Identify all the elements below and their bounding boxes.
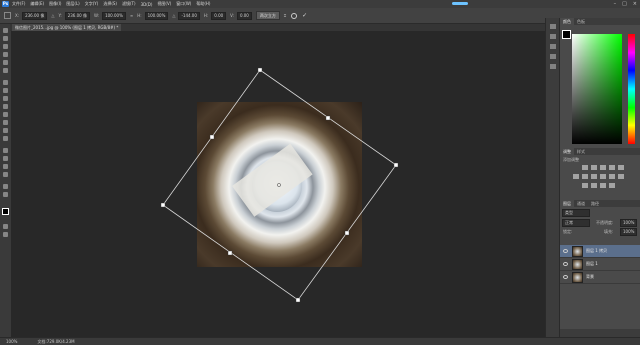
foreground-swatch[interactable] — [562, 30, 571, 39]
tab-swatches[interactable]: 色板 — [574, 18, 588, 25]
paragraph-panel-icon[interactable] — [550, 54, 556, 59]
opacity-field[interactable]: 100% — [620, 219, 638, 227]
transform-handle-top[interactable] — [257, 67, 263, 73]
layer-row[interactable]: 图层 1 拷贝 — [560, 245, 640, 258]
layer-name[interactable]: 背景 — [586, 274, 594, 280]
transform-handle-right[interactable] — [393, 162, 399, 168]
layer-row[interactable]: 背景 — [560, 271, 640, 284]
visibility-eye-icon[interactable] — [563, 249, 568, 253]
transform-handle-bottom[interactable] — [295, 297, 301, 303]
curves-icon[interactable] — [600, 165, 606, 170]
adjustments-title: 添加调整 — [563, 157, 579, 162]
levels-icon[interactable] — [591, 165, 597, 170]
transform-center-point[interactable] — [277, 183, 281, 187]
hue-saturation-icon[interactable] — [573, 174, 579, 179]
color-lookup-icon[interactable] — [618, 174, 624, 179]
character-panel-icon[interactable] — [550, 44, 556, 49]
transform-handle-left[interactable] — [160, 202, 166, 208]
tab-paths[interactable]: 路径 — [588, 200, 602, 207]
layer-thumbnail — [572, 245, 583, 257]
properties-panel-icon[interactable] — [550, 34, 556, 39]
layers-panel: 图层 通道 路径 类型 正常 不透明度: 100% 锁定: 填充: 100% 图… — [560, 200, 640, 337]
color-balance-icon[interactable] — [582, 174, 588, 179]
black-white-icon[interactable] — [591, 174, 597, 179]
tab-styles[interactable]: 样式 — [574, 148, 588, 155]
tab-channels[interactable]: 通道 — [574, 200, 588, 207]
visibility-eye-icon[interactable] — [563, 262, 568, 266]
layers-footer-toolbar — [560, 329, 640, 337]
layer-filter-kind[interactable]: 类型 — [562, 209, 590, 217]
transform-handle-bottom-right[interactable] — [344, 230, 350, 236]
tab-layers[interactable]: 图层 — [560, 200, 574, 207]
layer-thumbnail — [572, 271, 583, 283]
color-panel-tabs: 颜色 色板 — [560, 18, 640, 25]
posterize-icon[interactable] — [591, 183, 597, 188]
blend-mode-select[interactable]: 正常 — [562, 219, 590, 227]
brush-panel-icon[interactable] — [550, 64, 556, 69]
color-picker-field[interactable] — [572, 34, 622, 144]
invert-icon[interactable] — [582, 183, 588, 188]
exposure-icon[interactable] — [609, 165, 615, 170]
transform-outline — [162, 69, 397, 301]
gradient-map-icon[interactable] — [609, 183, 615, 188]
transform-handle-top-left[interactable] — [209, 134, 215, 140]
tab-color[interactable]: 颜色 — [560, 18, 574, 25]
transform-bounding-box[interactable] — [0, 0, 640, 344]
vibrance-icon[interactable] — [618, 165, 624, 170]
threshold-icon[interactable] — [600, 183, 606, 188]
zoom-level[interactable]: 100% — [6, 339, 17, 344]
layer-name[interactable]: 图层 1 拷贝 — [586, 248, 607, 254]
layers-panel-tabs: 图层 通道 路径 — [560, 200, 640, 207]
right-panels: 颜色 色板 调整 样式 添加调整 图层 通道 路径 类型 正常 不透明度: 10… — [559, 18, 640, 337]
panel-icon-strip — [545, 18, 560, 337]
photo-filter-icon[interactable] — [600, 174, 606, 179]
visibility-eye-icon[interactable] — [563, 275, 568, 279]
layer-name[interactable]: 图层 1 — [586, 261, 598, 267]
fill-label: 填充: — [604, 229, 614, 234]
channel-mixer-icon[interactable] — [609, 174, 615, 179]
opacity-label: 不透明度: — [596, 220, 614, 225]
transform-handle-bottom-left[interactable] — [227, 250, 233, 256]
transform-handle-top-right[interactable] — [325, 115, 331, 121]
fill-field[interactable]: 100% — [620, 228, 638, 236]
adjust-panel-tabs: 调整 样式 — [560, 148, 640, 155]
tab-adjustments[interactable]: 调整 — [560, 148, 574, 155]
history-panel-icon[interactable] — [550, 24, 556, 29]
layer-row[interactable]: 图层 1 — [560, 258, 640, 271]
hue-slider[interactable] — [628, 34, 635, 144]
layer-thumbnail — [572, 258, 583, 270]
brightness-icon[interactable] — [582, 165, 588, 170]
lock-label: 锁定: — [563, 229, 573, 234]
